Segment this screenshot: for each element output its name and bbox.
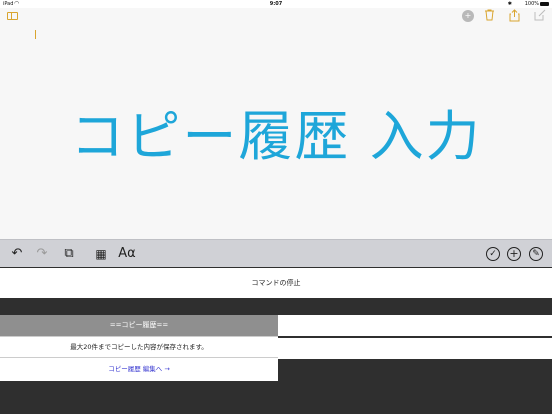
right-list-cell[interactable] [278,315,552,336]
copy-icon[interactable]: ⧉ [61,245,77,263]
table-icon[interactable]: ▦ [92,245,110,263]
copy-history-header: ==コピー履歴== [0,315,278,336]
redo-icon[interactable]: ↷ [33,245,51,263]
add-people-icon[interactable]: + [462,10,474,22]
note-editor[interactable]: + コピー履歴 入力 [0,8,552,239]
battery-icon [540,2,549,6]
edit-history-link[interactable]: コピー履歴 編集へ → [0,357,278,381]
stop-command-button[interactable]: コマンドの停止 [0,268,552,298]
status-bar: iPad ◠ 9:07 ✱ 100% [0,0,552,8]
note-title-text[interactable]: コピー履歴 入力 [0,92,552,171]
bluetooth-icon: ✱ [507,1,512,7]
checklist-icon[interactable]: ✓ [486,247,500,261]
insert-icon[interactable]: + [507,247,521,261]
clock: 9:07 [269,1,283,7]
compose-icon[interactable] [534,9,546,24]
sidebar-toggle-icon[interactable] [7,12,18,20]
right-list-cell[interactable] [278,338,552,359]
markup-icon[interactable]: ✎ [529,247,543,261]
copy-history-info: 最大20件までコピーした内容が保存されます。 [0,336,278,357]
keyboard-toolbar: ↶ ↷ ⧉ ▦ Aα ✓ + ✎ [0,239,552,267]
ipad-screen: iPad ◠ 9:07 ✱ 100% + コピー履歴 入力 ↶ ↷ ⧉ ▦ Aα… [0,0,552,414]
copy-history-list: ==コピー履歴== 最大20件までコピーした内容が保存されます。 コピー履歴 編… [0,315,278,381]
text-cursor [35,30,36,39]
battery-percent: 100% [524,1,539,7]
undo-icon[interactable]: ↶ [8,245,26,263]
trash-icon[interactable] [484,9,495,24]
share-icon[interactable] [509,9,520,25]
text-format-button[interactable]: Aα [117,245,137,263]
